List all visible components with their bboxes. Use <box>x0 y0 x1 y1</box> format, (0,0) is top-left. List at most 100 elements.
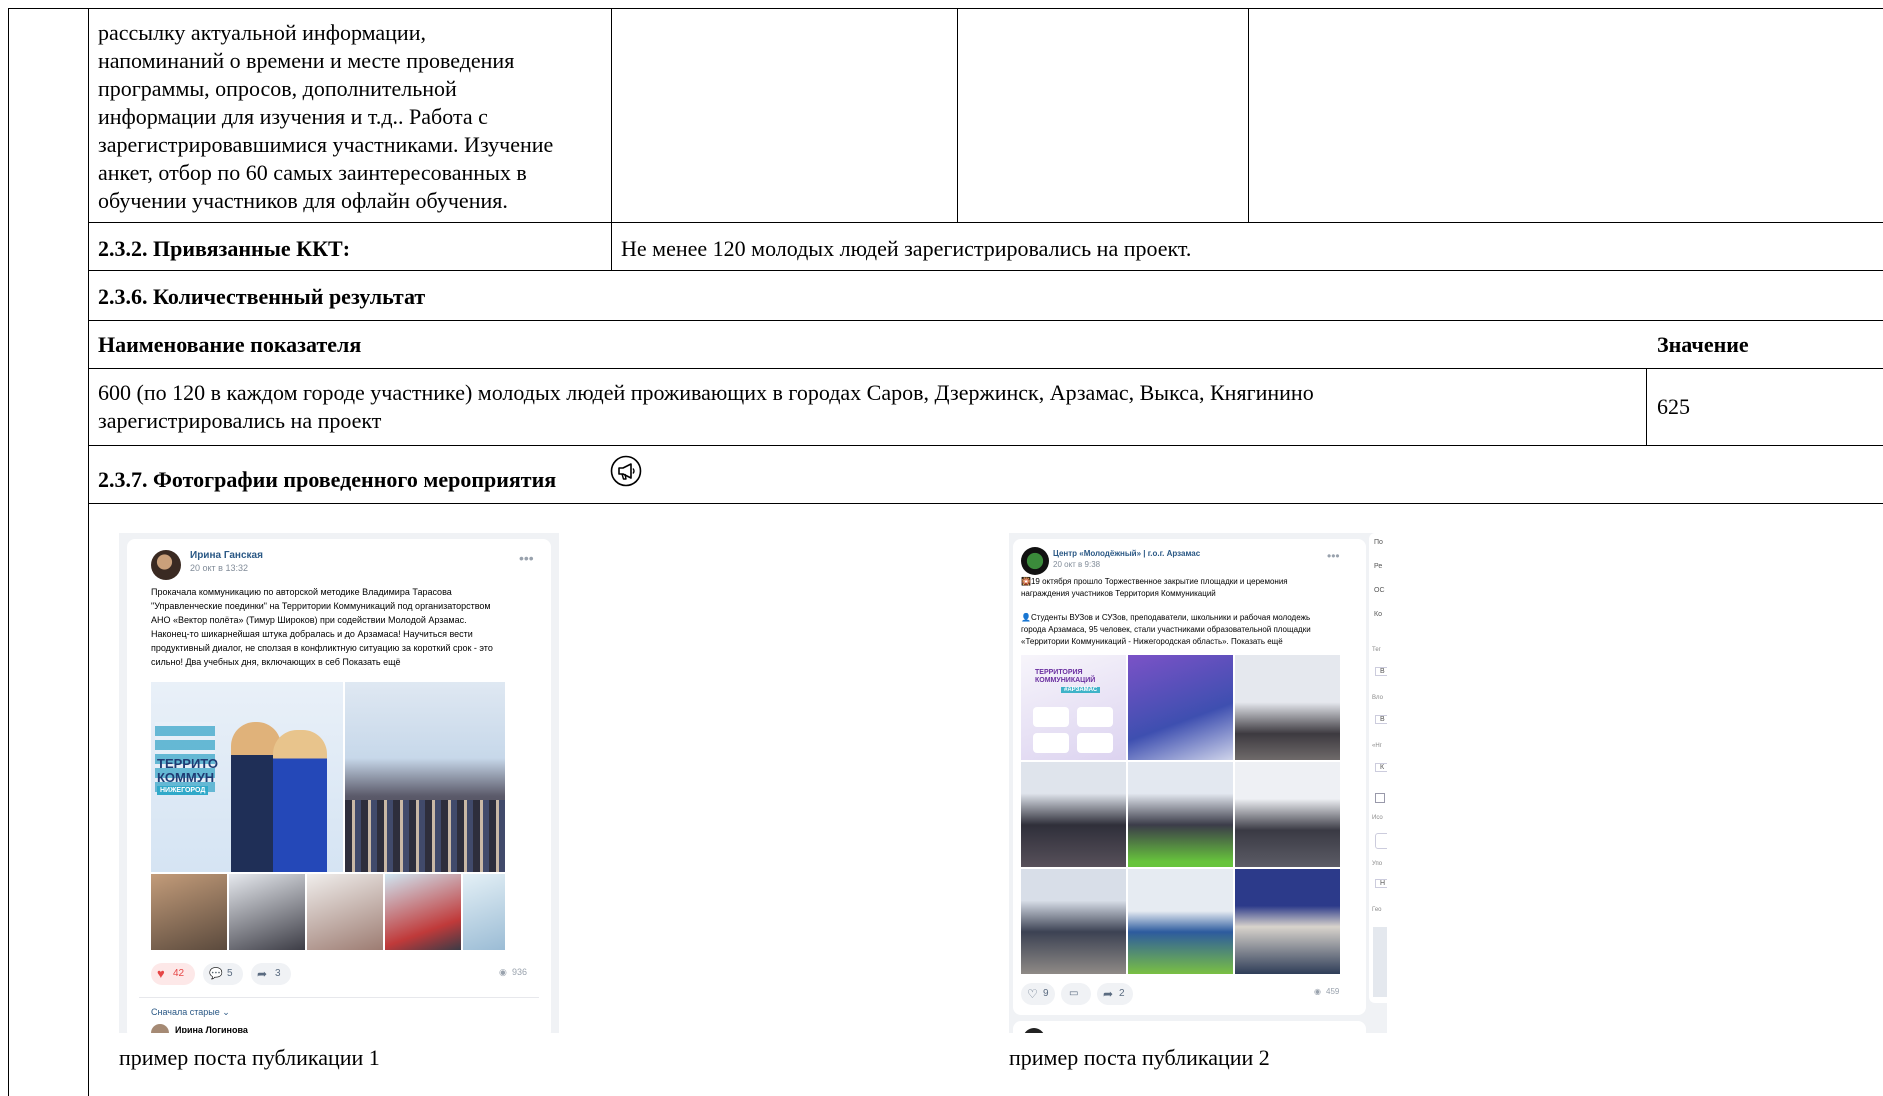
side-panel-box <box>1373 927 1387 997</box>
col-divider-value <box>1646 368 1647 445</box>
comment-button[interactable]: 💬 5 <box>203 963 243 985</box>
tile-text: #АРЗАМАС <box>1061 687 1101 693</box>
side-label: По <box>1374 539 1383 546</box>
post-date: 20 окт в 9:38 <box>1053 560 1101 569</box>
row-divider-3 <box>88 320 1883 321</box>
side-label: ОС <box>1374 587 1385 594</box>
tile-text: КОММУНИКАЦИЙ <box>1035 677 1096 684</box>
heart-icon: ♥ <box>157 966 165 981</box>
next-post-card <box>1013 1021 1366 1033</box>
post-screenshot-1: Ирина Ганская 20 окт в 13:32 ••• Прокача… <box>119 533 559 1033</box>
indicator-value: 625 <box>1657 394 1690 419</box>
post-photo-tile <box>1235 869 1340 974</box>
side-label: Исо <box>1372 815 1383 821</box>
post-text-line: «Территории Коммуникаций - Нижегородская… <box>1021 637 1283 646</box>
post-thumb <box>385 874 461 950</box>
more-options-icon[interactable]: ••• <box>519 550 534 566</box>
col-name-header: Наименование показателя <box>98 332 362 357</box>
comments-count: 5 <box>227 968 233 979</box>
col-divider-a <box>611 8 612 270</box>
post-photo-tile <box>1128 655 1233 760</box>
post-author[interactable]: Ирина Ганская <box>190 550 263 561</box>
side-label: Тег <box>1372 647 1381 653</box>
avatar <box>1021 547 1049 575</box>
top-cell-line: зарегистрировавшимися участниками. Изуче… <box>98 132 554 157</box>
megaphone-icon <box>610 455 642 487</box>
avatar <box>151 550 181 580</box>
caption-post-2: пример поста публикации 2 <box>1009 1045 1270 1070</box>
top-border <box>8 8 1883 9</box>
post-thumb <box>463 874 505 950</box>
post-thumb <box>229 874 305 950</box>
post-photo-tile <box>1128 762 1233 867</box>
tile-text: ТЕРРИТОРИЯ <box>1035 669 1083 676</box>
col-value-header: Значение <box>1657 332 1749 357</box>
row-divider-2 <box>88 270 1883 271</box>
post-photo-tile: ТЕРРИТОРИЯ КОММУНИКАЦИЙ #АРЗАМАС <box>1021 655 1126 760</box>
post-photo-tile <box>1235 655 1340 760</box>
post-photo-tile <box>1021 869 1126 974</box>
likes-count: 42 <box>173 968 185 979</box>
divider <box>139 997 539 998</box>
comment-icon: 💬 <box>209 968 223 980</box>
col-divider-b <box>957 8 958 222</box>
top-cell-line: обучении участников для офлайн обучения. <box>98 188 508 213</box>
post-photo-tile <box>1021 762 1126 867</box>
row-divider-6 <box>88 503 1883 504</box>
post-photo-banner: ТЕРРИТО КОММУН НИЖЕГОРОД <box>151 682 343 872</box>
comment-icon: ▭ <box>1069 988 1079 999</box>
post-text-line: АНО «Вектор полёта» (Тимур Широков) при … <box>151 615 467 625</box>
quant-heading: 2.3.6. Количественный результат <box>98 284 426 309</box>
top-cell-line: рассылку актуальной информации, <box>98 20 426 45</box>
input-field[interactable] <box>1375 833 1387 849</box>
outer-left-border <box>8 8 9 1096</box>
side-label: Н <box>1375 879 1387 888</box>
side-label: В <box>1375 667 1387 676</box>
col-divider-c <box>1248 8 1249 222</box>
row-divider-4 <box>88 368 1883 369</box>
heart-icon: ♡ <box>1027 987 1038 1001</box>
like-button[interactable]: ♡ 9 <box>1021 983 1055 1005</box>
post-text-line: Наконец-то шикарнейшая штука добралась и… <box>151 629 473 639</box>
post-thumb <box>307 874 383 950</box>
row-divider-1 <box>88 222 1883 223</box>
top-cell-line: анкет, отбор по 60 самых заинтересованны… <box>98 160 527 185</box>
shares-count: 2 <box>1119 988 1125 999</box>
share-button[interactable]: ➦ 2 <box>1097 983 1133 1005</box>
top-cell-line: программы, опросов, дополнительной <box>98 76 457 101</box>
banner-text: ТЕРРИТО <box>157 756 219 771</box>
more-options-icon[interactable]: ••• <box>1327 549 1340 563</box>
top-cell-line: информации для изучения и т.д.. Работа с <box>98 104 488 129</box>
photos-heading: 2.3.7. Фотографии проведенного мероприят… <box>98 467 557 492</box>
post-text-line: "Управленческие поединки" на Территории … <box>151 601 491 611</box>
row-divider-5 <box>88 445 1883 446</box>
banner-text: НИЖЕГОРОД <box>157 786 209 795</box>
kkt-value: Не менее 120 молодых людей зарегистриров… <box>621 236 1192 261</box>
post-text-line: сильно! Два учебных дня, включающих в се… <box>151 657 401 667</box>
post-text-line: 🎇19 октября прошло Торжественное закрыти… <box>1021 577 1288 586</box>
comments-sort[interactable]: Сначала старые ⌄ <box>151 1007 230 1018</box>
comment-button[interactable]: ▭ <box>1061 983 1091 1005</box>
caption-post-1: пример поста публикации 1 <box>119 1045 380 1070</box>
checkbox[interactable] <box>1375 793 1385 803</box>
indicator-line-2: зарегистрировались на проект <box>98 408 382 433</box>
share-icon: ➦ <box>1103 987 1114 1001</box>
post-screenshot-2: Центр «Молодёжный» | г.о.г. Арзамас 20 о… <box>1009 533 1387 1033</box>
like-button[interactable]: ♥ 42 <box>151 963 195 985</box>
post-author[interactable]: Центр «Молодёжный» | г.о.г. Арзамас <box>1053 549 1200 558</box>
side-label: Упо <box>1372 861 1383 867</box>
post-text-line: Прокачала коммуникацию по авторской мето… <box>151 587 452 597</box>
post-text-line: продуктивный диалог, не сползая в конфли… <box>151 643 493 653</box>
side-label: Вло <box>1372 695 1383 701</box>
post-date: 20 окт в 13:32 <box>190 563 248 573</box>
post-photo-group <box>345 682 505 872</box>
likes-count: 9 <box>1043 988 1049 999</box>
post-thumb <box>151 874 227 950</box>
post-photo-tile <box>1235 762 1340 867</box>
post-text-line: награждения участников Территория Коммун… <box>1021 589 1216 598</box>
side-label: К <box>1375 763 1387 772</box>
commenter-name[interactable]: Ирина Логинова <box>175 1025 248 1033</box>
share-button[interactable]: ➦ 3 <box>251 963 291 985</box>
side-label: Гео <box>1372 907 1382 913</box>
post-text-line: 👤Студенты ВУЗов и СУЗов, преподаватели, … <box>1021 613 1311 622</box>
